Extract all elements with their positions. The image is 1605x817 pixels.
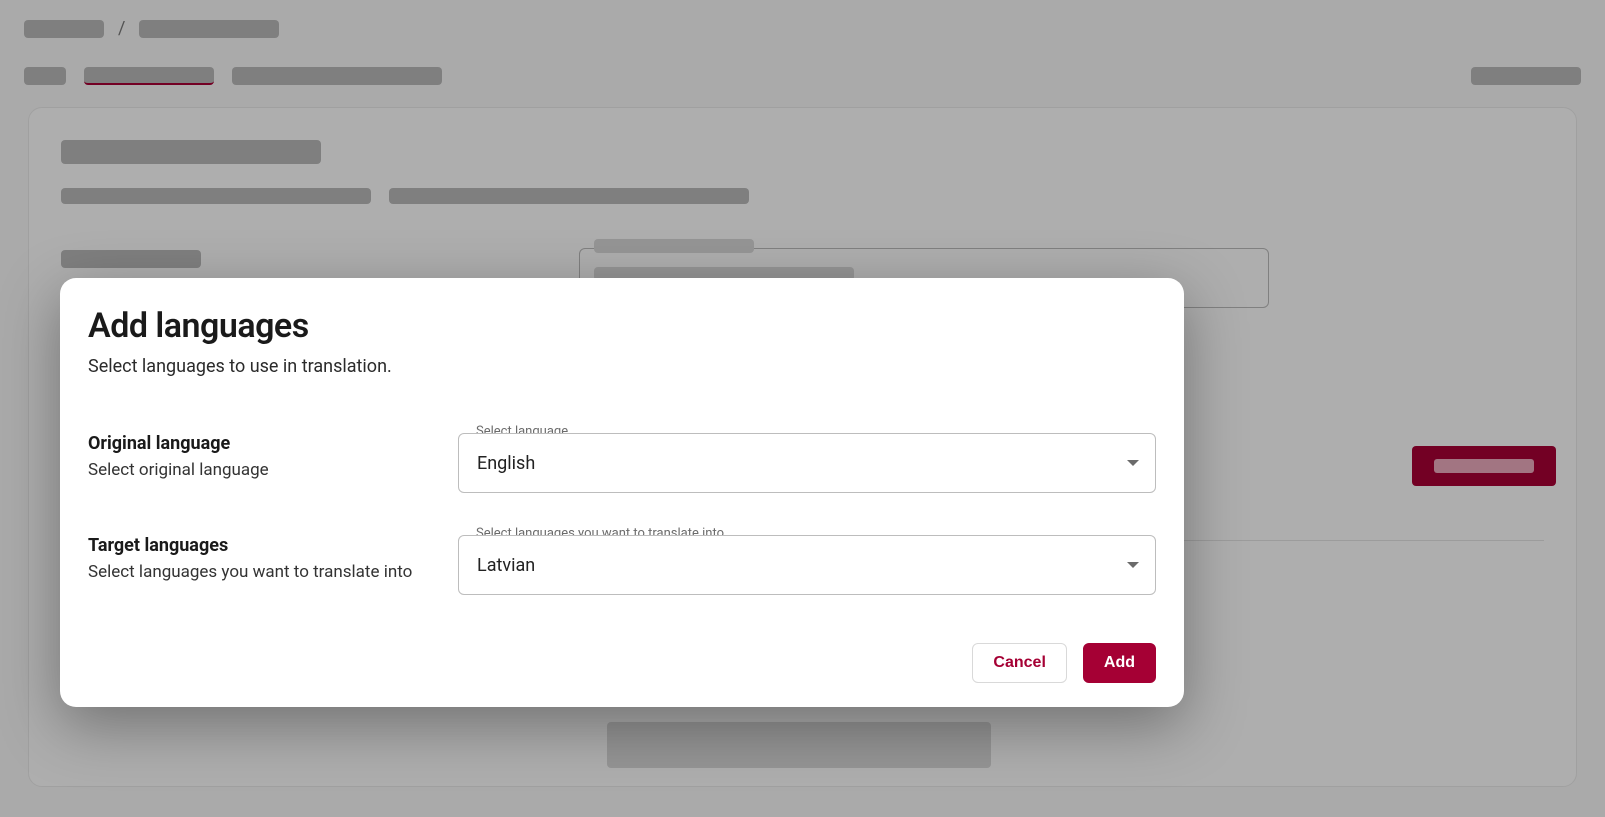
chevron-down-icon (1127, 562, 1139, 568)
target-languages-row: Target languages Select languages you wa… (88, 535, 1156, 595)
target-languages-label: Target languages (88, 535, 418, 556)
original-language-row: Original language Select original langua… (88, 433, 1156, 493)
target-languages-select[interactable]: Latvian (458, 535, 1156, 595)
chevron-down-icon (1127, 460, 1139, 466)
original-language-label: Original language (88, 433, 418, 454)
original-language-hint: Select original language (88, 460, 418, 480)
original-language-select-value: English (477, 453, 535, 474)
add-languages-modal: Add languages Select languages to use in… (60, 278, 1184, 707)
target-languages-select-value: Latvian (477, 555, 535, 576)
original-language-select[interactable]: English (458, 433, 1156, 493)
modal-title: Add languages (88, 306, 1156, 346)
add-button[interactable]: Add (1083, 643, 1156, 683)
target-languages-hint: Select languages you want to translate i… (88, 562, 418, 582)
modal-subtitle: Select languages to use in translation. (88, 356, 1156, 377)
modal-actions: Cancel Add (88, 643, 1156, 683)
cancel-button[interactable]: Cancel (972, 643, 1066, 683)
